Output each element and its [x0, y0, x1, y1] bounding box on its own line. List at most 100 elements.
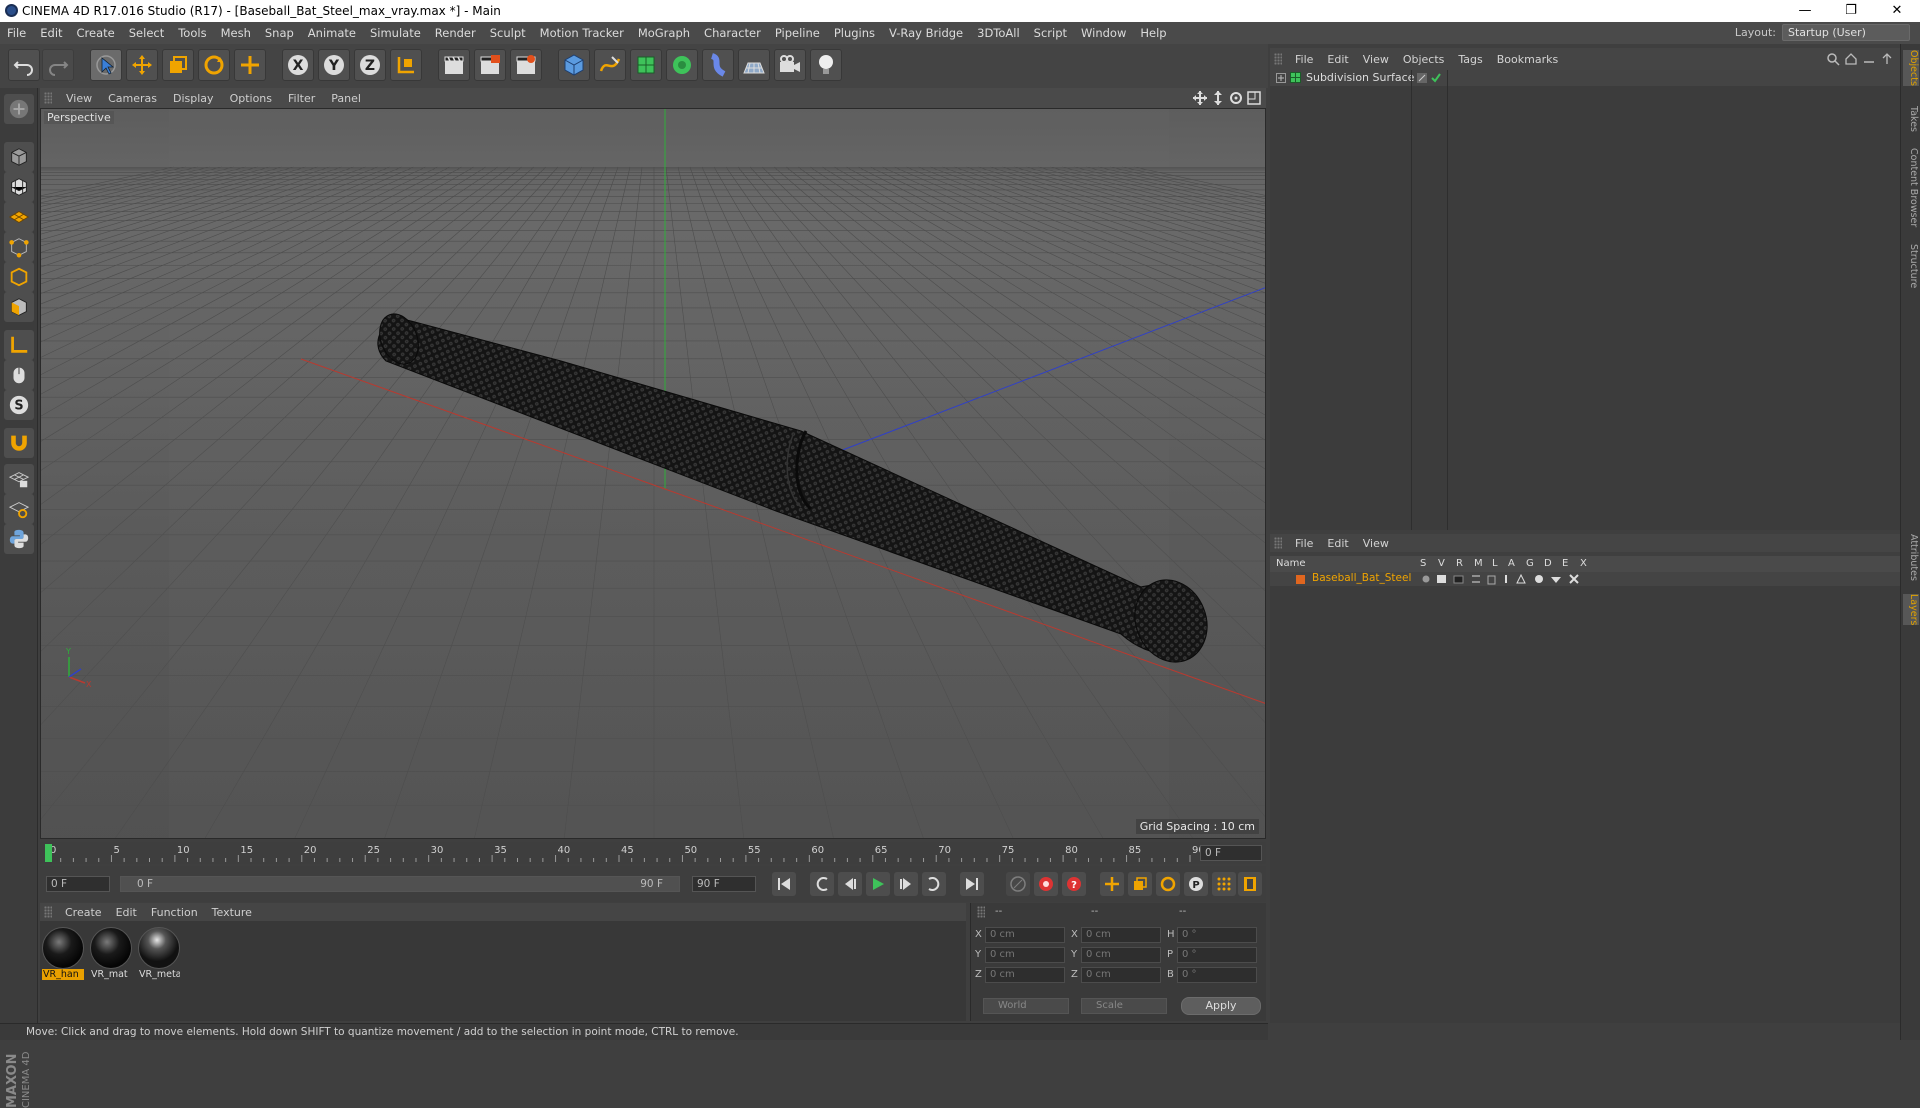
layer-menu-file[interactable]: File	[1288, 537, 1320, 550]
expand-panel-icon[interactable]	[1880, 52, 1894, 66]
add-deformer-button[interactable]	[702, 49, 734, 81]
layer-toggle-icons[interactable]	[1420, 573, 1600, 585]
recent-tool-button[interactable]	[234, 49, 266, 81]
object-name[interactable]: Subdivision Surface	[1306, 71, 1414, 84]
panel-grip[interactable]	[977, 906, 985, 918]
keyframe-selection-button[interactable]: ?	[1062, 872, 1086, 896]
model-mode-button[interactable]	[4, 142, 34, 172]
tab-takes[interactable]: Takes	[1903, 106, 1919, 132]
viewport-menu-cameras[interactable]: Cameras	[100, 92, 165, 105]
rotation-b-field[interactable]: 0 °	[1177, 967, 1257, 983]
scene-canvas[interactable]: Y X	[41, 109, 1266, 839]
position-z-field[interactable]: 0 cm	[985, 967, 1065, 983]
viewport-menu-filter[interactable]: Filter	[280, 92, 323, 105]
python-button[interactable]	[4, 524, 34, 554]
tab-objects[interactable]: Objects	[1903, 50, 1919, 86]
menu-snap[interactable]: Snap	[258, 26, 301, 40]
viewport-maximize-icon[interactable]	[1246, 90, 1262, 106]
add-subdivision-button[interactable]	[630, 49, 662, 81]
minimize-button[interactable]: —	[1782, 0, 1828, 22]
object-menu-bookmarks[interactable]: Bookmarks	[1490, 53, 1565, 66]
menu-help[interactable]: Help	[1133, 26, 1173, 40]
key-scale-button[interactable]	[1128, 872, 1152, 896]
perspective-viewport[interactable]: Y X Perspective Grid Spacing : 10 cm	[40, 108, 1266, 839]
apply-button[interactable]: Apply	[1181, 997, 1261, 1015]
search-icon[interactable]	[1826, 52, 1840, 66]
preview-range-slider[interactable]: 0 F 90 F	[120, 876, 680, 892]
end-frame-field[interactable]: 90 F	[692, 876, 756, 892]
tab-attributes[interactable]: Attributes	[1903, 534, 1919, 581]
add-environment-button[interactable]	[738, 49, 770, 81]
object-menu-edit[interactable]: Edit	[1320, 53, 1355, 66]
menu-character[interactable]: Character	[697, 26, 768, 40]
render-settings-button[interactable]	[510, 49, 542, 81]
scale-tool-button[interactable]	[162, 49, 194, 81]
layer-menu-view[interactable]: View	[1356, 537, 1396, 550]
move-tool-button[interactable]	[126, 49, 158, 81]
key-pla-button[interactable]	[1212, 872, 1236, 896]
layer-row[interactable]: Baseball_Bat_Steel	[1270, 572, 1900, 586]
snap-button[interactable]: S	[4, 390, 34, 420]
play-button[interactable]	[866, 872, 890, 896]
viewport-rotate-icon[interactable]	[1228, 90, 1244, 106]
go-to-end-button[interactable]	[960, 872, 984, 896]
viewport-menu-display[interactable]: Display	[165, 92, 222, 105]
z-axis-lock-button[interactable]: Z	[354, 49, 386, 81]
viewport-camera-label[interactable]: Perspective	[44, 111, 114, 124]
material-menu-function[interactable]: Function	[144, 906, 205, 919]
make-editable-button[interactable]	[4, 94, 34, 124]
tree-row[interactable]: Subdivision Surface	[1270, 70, 1900, 86]
add-camera-button[interactable]	[774, 49, 806, 81]
rotation-h-field[interactable]: 0 °	[1177, 927, 1257, 943]
menu-tools[interactable]: Tools	[171, 26, 213, 40]
add-light-button[interactable]	[810, 49, 842, 81]
menu-select[interactable]: Select	[122, 26, 171, 40]
panel-grip[interactable]	[44, 92, 52, 104]
viewport-menu-options[interactable]: Options	[222, 92, 280, 105]
tab-layers[interactable]: Layers	[1903, 594, 1919, 625]
material-swatch[interactable]: VR_han	[42, 927, 86, 985]
position-y-field[interactable]: 0 cm	[985, 947, 1065, 963]
maximize-button[interactable]: ❐	[1828, 0, 1874, 22]
visibility-dots-icon[interactable]	[1416, 72, 1428, 84]
menu-render[interactable]: Render	[428, 26, 483, 40]
size-x-field[interactable]: 0 cm	[1081, 927, 1161, 943]
lock-workplane-button[interactable]	[4, 464, 34, 494]
edges-mode-button[interactable]	[4, 262, 34, 292]
live-selection-button[interactable]	[90, 49, 122, 81]
y-axis-lock-button[interactable]: Y	[318, 49, 350, 81]
timeline-window-button[interactable]	[1238, 872, 1262, 896]
rotate-tool-button[interactable]	[198, 49, 230, 81]
autokeying-button[interactable]	[1034, 872, 1058, 896]
go-to-start-button[interactable]	[772, 872, 796, 896]
menu-motion-tracker[interactable]: Motion Tracker	[533, 26, 631, 40]
tweak-mode-button[interactable]	[4, 360, 34, 390]
expand-icon[interactable]	[1276, 73, 1286, 83]
size-z-field[interactable]: 0 cm	[1081, 967, 1161, 983]
menu-mograph[interactable]: MoGraph	[631, 26, 697, 40]
current-frame-field[interactable]: 0 F	[1200, 845, 1262, 861]
menu-mesh[interactable]: Mesh	[214, 26, 258, 40]
workplane-mode-button[interactable]	[4, 202, 34, 232]
magnet-button[interactable]	[4, 428, 34, 458]
material-menu-edit[interactable]: Edit	[109, 906, 144, 919]
timeline-ruler[interactable]: 051015202530354045505560657075808590 0 F	[40, 842, 1266, 864]
polygons-mode-button[interactable]	[4, 292, 34, 322]
rotation-p-field[interactable]: 0 °	[1177, 947, 1257, 963]
x-axis-lock-button[interactable]: X	[282, 49, 314, 81]
planar-workplane-button[interactable]	[4, 494, 34, 524]
layer-menu-edit[interactable]: Edit	[1320, 537, 1355, 550]
add-spline-button[interactable]	[594, 49, 626, 81]
playhead[interactable]	[45, 844, 52, 862]
object-menu-file[interactable]: File	[1288, 53, 1320, 66]
size-mode-dropdown[interactable]: Scale	[1081, 998, 1167, 1014]
viewport-zoom-icon[interactable]	[1210, 90, 1226, 106]
menu-plugins[interactable]: Plugins	[827, 26, 882, 40]
object-menu-view[interactable]: View	[1356, 53, 1396, 66]
menu-script[interactable]: Script	[1027, 26, 1074, 40]
next-frame-button[interactable]	[894, 872, 918, 896]
render-view-button[interactable]	[438, 49, 470, 81]
material-menu-texture[interactable]: Texture	[205, 906, 259, 919]
record-keys-button[interactable]	[1006, 872, 1030, 896]
menu-sculpt[interactable]: Sculpt	[483, 26, 533, 40]
